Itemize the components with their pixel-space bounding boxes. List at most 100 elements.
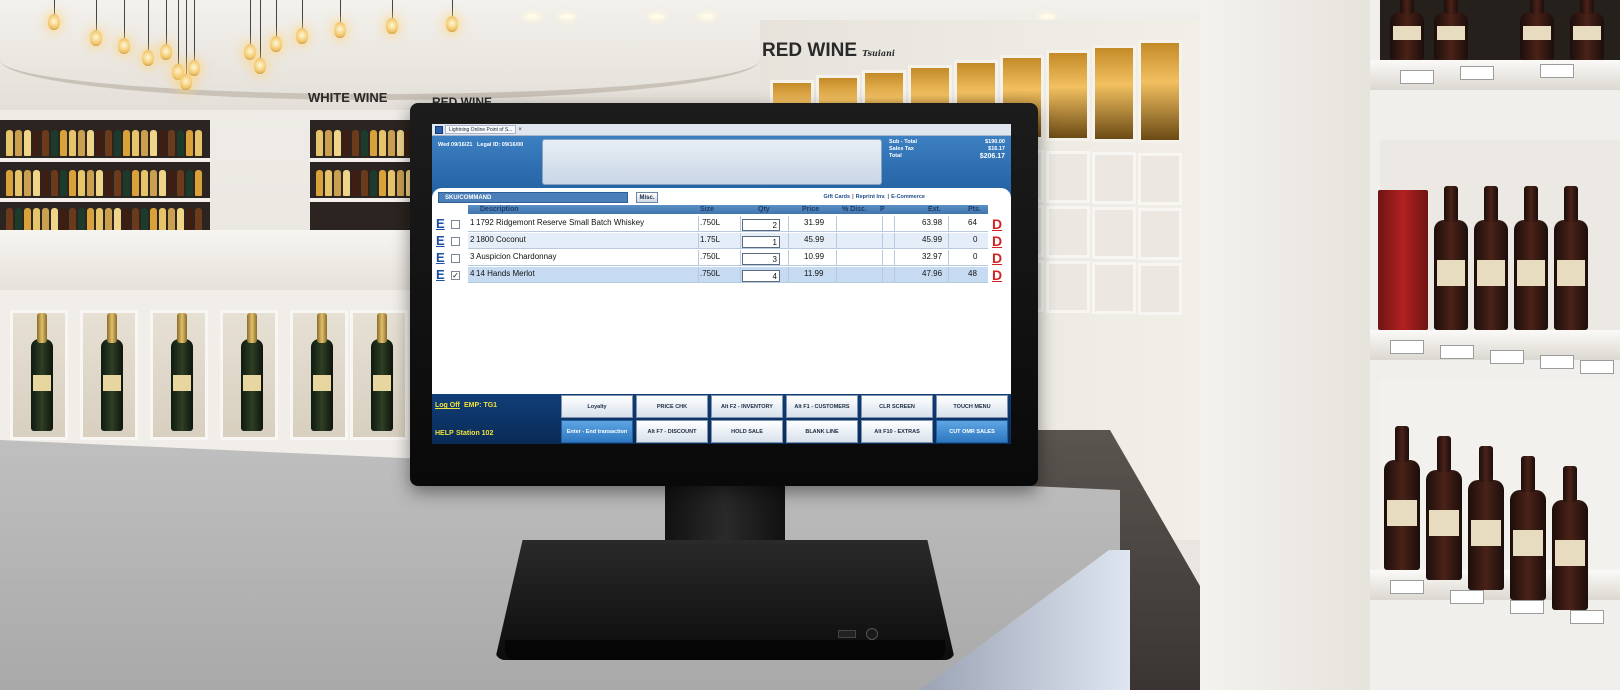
table-row[interactable]: E 3 Auspicion Chardonnay .750L 3 10.99 32.97 0 D	[432, 250, 1011, 267]
bulb-icon	[142, 50, 154, 66]
line-size: .750L	[700, 218, 721, 227]
app-icon	[435, 125, 443, 134]
wine-bottle	[177, 170, 184, 196]
line-checkbox[interactable]: ✓	[451, 271, 460, 280]
liquor-bottle	[1468, 446, 1504, 590]
delete-line-button[interactable]: D	[992, 216, 1002, 232]
blank-line-button[interactable]: BLANK LINE	[786, 420, 858, 443]
rack-cubby	[1138, 153, 1182, 205]
line-points: 48	[968, 269, 977, 278]
wine-bottle	[168, 130, 175, 156]
hold-sale-button[interactable]: HOLD SALE	[711, 420, 783, 443]
touch-menu-button[interactable]: TOUCH MENU	[936, 395, 1008, 418]
clear-screen-button[interactable]: CLR SCREEN	[861, 395, 933, 418]
table-row[interactable]: E ✓ 4 14 Hands Merlot .750L 4 11.99 47.96 48 D	[432, 267, 1011, 284]
tax-label: Sales Tax	[889, 146, 914, 152]
line-size: .750L	[700, 269, 721, 278]
wine-bottle	[397, 130, 404, 156]
e-commerce-link[interactable]: E-Commerce	[891, 194, 925, 200]
qty-input[interactable]: 4	[742, 270, 780, 282]
rack-cubby	[1046, 206, 1090, 258]
wine-bottle	[352, 130, 359, 156]
line-price: 31.99	[804, 218, 825, 227]
bulb-icon	[48, 14, 60, 30]
light-cord	[166, 0, 167, 44]
light-cord	[194, 0, 195, 60]
shelf-price-tag	[1440, 345, 1474, 359]
edit-line-button[interactable]: E	[436, 234, 445, 248]
edit-line-button[interactable]: E	[436, 217, 445, 231]
right-shelves	[1370, 0, 1620, 690]
edit-line-button[interactable]: E	[436, 251, 445, 265]
table-row[interactable]: E 1 1792 Ridgemont Reserve Small Batch Whi…	[432, 216, 1011, 233]
wine-bottle	[150, 170, 157, 196]
window-tab[interactable]: Lightning Online Point of S...	[445, 125, 517, 134]
wine-bottle	[114, 130, 121, 156]
rack-cell	[1046, 50, 1090, 141]
wine-bottle	[42, 130, 49, 156]
delete-line-button[interactable]: D	[992, 233, 1002, 249]
wine-bottle	[78, 130, 85, 156]
qty-input[interactable]: 2	[742, 219, 780, 231]
line-checkbox[interactable]	[451, 254, 460, 263]
shelf-price-tag	[1570, 610, 1604, 624]
delete-line-button[interactable]: D	[992, 267, 1002, 283]
discount-button[interactable]: Alt F7 - DISCOUNT	[636, 420, 708, 443]
wine-bottle	[361, 170, 368, 196]
command-row: SKU/COMMAND Misc. Gift Cards | Reprint Inv…	[438, 191, 1005, 203]
line-points: 0	[973, 252, 978, 261]
cut-omr-sales-button[interactable]: CUT OMR SALES	[936, 420, 1008, 443]
customers-button[interactable]: Alt F1 - CUSTOMERS	[786, 395, 858, 418]
rack-cubby	[1092, 262, 1136, 314]
logoff-link[interactable]: Log Off	[435, 402, 460, 409]
wine-bottle	[132, 170, 139, 196]
liquor-bottle	[1390, 0, 1424, 60]
total-value: $206.17	[979, 153, 1005, 160]
extras-button[interactable]: Alt F10 - EXTRAS	[861, 420, 933, 443]
header-dates: Wed 09/16/21 Legal ID: 09/16/00	[438, 142, 523, 148]
downlight	[700, 14, 714, 19]
bulb-icon	[90, 30, 102, 46]
reprint-inv-link[interactable]: Reprint Inv.	[856, 194, 886, 200]
red-wine-sign: RED WINE Tsuiani	[762, 40, 895, 62]
line-checkbox[interactable]	[451, 220, 460, 229]
power-button[interactable]	[866, 628, 878, 640]
wine-bottle	[60, 170, 67, 196]
qty-input[interactable]: 1	[742, 236, 780, 248]
close-icon[interactable]: ×	[518, 127, 522, 133]
store-scene: WHITE WINE RED WINE RED WINE Tsuiani Lig…	[0, 0, 1620, 690]
downlight	[525, 14, 539, 19]
col-qty: Qty	[758, 206, 770, 213]
sku-command-input[interactable]: SKU/COMMAND	[438, 191, 628, 203]
delete-line-button[interactable]: D	[992, 250, 1002, 266]
price-check-button[interactable]: PRICE CHK	[636, 395, 708, 418]
wine-bottle	[343, 130, 350, 156]
wine-bottle	[69, 130, 76, 156]
line-number: 3	[470, 252, 475, 261]
inventory-button[interactable]: Alt F2 - INVENTORY	[711, 395, 783, 418]
wine-bottle	[186, 130, 193, 156]
line-checkbox[interactable]	[451, 237, 460, 246]
wine-bottle	[69, 170, 76, 196]
wine-bottle	[60, 130, 67, 156]
subtotal-value: $190.00	[985, 139, 1005, 145]
help-link[interactable]: HELP	[435, 430, 454, 437]
wine-bottle	[159, 170, 166, 196]
bulb-icon	[180, 74, 192, 90]
table-row[interactable]: E 2 1800 Coconut 1.75L 1 45.99 45.99 0 D	[432, 233, 1011, 250]
col-ext: Ext.	[928, 206, 941, 213]
edit-line-button[interactable]: E	[436, 268, 445, 282]
col-price: Price	[802, 206, 820, 213]
wine-bottle	[397, 170, 404, 196]
loyalty-button[interactable]: Loyalty	[561, 395, 633, 418]
bulb-icon	[188, 60, 200, 76]
line-description: 14 Hands Merlot	[476, 269, 535, 278]
end-transaction-button[interactable]: Enter - End transaction	[561, 420, 633, 443]
wine-bottle	[87, 130, 94, 156]
misc-button[interactable]: Misc.	[636, 191, 658, 203]
gift-cards-link[interactable]: Gift Cards	[824, 194, 851, 200]
qty-input[interactable]: 3	[742, 253, 780, 265]
bulb-icon	[160, 44, 172, 60]
line-extended: 45.99	[922, 235, 943, 244]
light-cord	[178, 0, 179, 64]
